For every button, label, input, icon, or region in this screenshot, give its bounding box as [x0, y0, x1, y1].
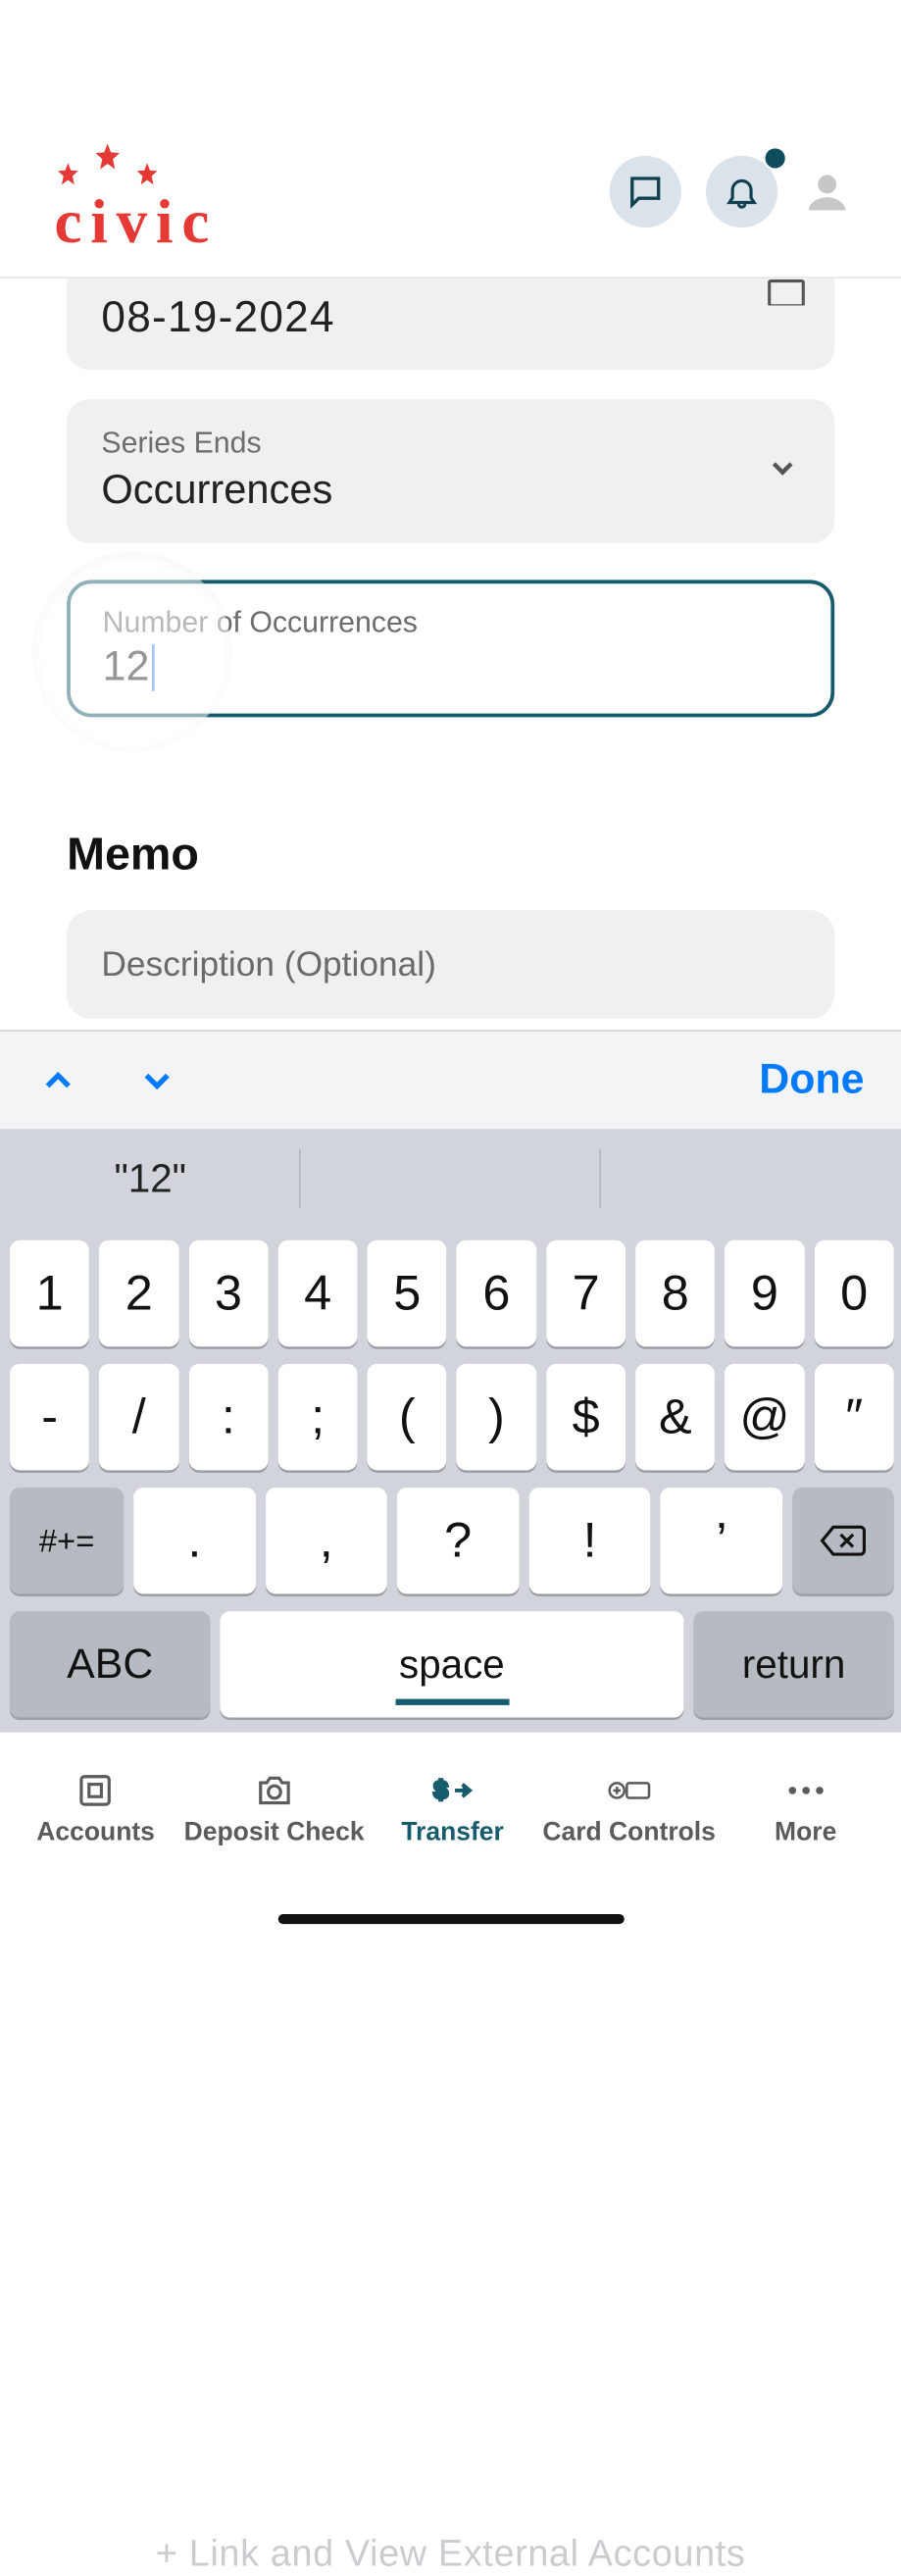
notifications-button[interactable]	[706, 156, 777, 227]
prev-field-button[interactable]	[37, 1059, 79, 1101]
key-1[interactable]: 1	[10, 1240, 89, 1346]
key-dollar[interactable]: $	[546, 1364, 626, 1470]
svg-text:$: $	[434, 1776, 448, 1803]
notification-dot-icon	[766, 148, 785, 168]
profile-button[interactable]	[802, 167, 851, 216]
key-0[interactable]: 0	[815, 1240, 894, 1346]
tab-deposit-label: Deposit Check	[184, 1818, 365, 1847]
occurrences-label: Number of Occurrences	[103, 606, 799, 640]
ghost-link-text: + Link and View External Accounts	[0, 2534, 901, 2576]
tab-accounts[interactable]: Accounts	[8, 1771, 184, 1847]
tab-more[interactable]: More	[718, 1771, 894, 1847]
text-cursor	[152, 643, 155, 690]
memo-field[interactable]: Description (Optional)	[67, 910, 834, 1019]
keyboard-row-1: 1 2 3 4 5 6 7 8 9 0	[8, 1240, 894, 1346]
chat-icon	[626, 172, 665, 211]
key-9[interactable]: 9	[725, 1240, 804, 1346]
key-slash[interactable]: /	[99, 1364, 178, 1470]
key-space[interactable]: space	[220, 1611, 683, 1717]
key-paren-open[interactable]: (	[368, 1364, 447, 1470]
suggestion-1[interactable]: "12"	[0, 1129, 300, 1228]
series-ends-value: Occurrences	[101, 466, 799, 513]
app-header: civic	[0, 0, 901, 278]
series-ends-label: Series Ends	[101, 427, 799, 461]
series-ends-field[interactable]: Series Ends Occurrences	[67, 399, 834, 542]
camera-icon	[254, 1772, 293, 1809]
key-4[interactable]: 4	[278, 1240, 358, 1346]
tab-card-label: Card Controls	[541, 1818, 718, 1847]
key-at[interactable]: @	[725, 1364, 804, 1470]
memo-section-title: Memo	[67, 829, 834, 881]
tab-card-controls[interactable]: Card Controls	[541, 1771, 718, 1847]
key-symbol-shift[interactable]: #+=	[10, 1488, 124, 1593]
occurrences-field[interactable]: Number of Occurrences 12	[67, 580, 834, 717]
tab-accounts-label: Accounts	[8, 1818, 184, 1847]
bottom-tab-bar: Accounts Deposit Check $ Transfer Card C…	[0, 1741, 901, 1877]
start-date-value: 08-19-2024	[101, 293, 799, 342]
messages-button[interactable]	[610, 156, 681, 227]
suggestion-3[interactable]	[601, 1129, 901, 1228]
key-7[interactable]: 7	[546, 1240, 626, 1346]
key-colon[interactable]: :	[188, 1364, 268, 1470]
tab-transfer-label: Transfer	[365, 1818, 541, 1847]
key-exclaim[interactable]: !	[528, 1488, 650, 1593]
suggestion-2[interactable]	[300, 1129, 600, 1228]
key-amp[interactable]: &	[635, 1364, 715, 1470]
key-comma[interactable]: ,	[266, 1488, 387, 1593]
transfer-icon: $	[427, 1772, 476, 1809]
card-controls-icon	[607, 1773, 651, 1807]
chevron-down-icon	[766, 451, 800, 492]
brand-logo: civic	[54, 148, 218, 257]
key-period[interactable]: .	[133, 1488, 255, 1593]
occurrences-value: 12	[103, 643, 150, 691]
calendar-icon	[768, 278, 805, 312]
tab-transfer[interactable]: $ Transfer	[365, 1771, 541, 1847]
start-date-field[interactable]: 08-19-2024	[67, 278, 834, 370]
keyboard-suggestion-bar: "12"	[0, 1129, 901, 1228]
key-question[interactable]: ?	[397, 1488, 519, 1593]
backspace-icon	[819, 1522, 868, 1559]
key-dash[interactable]: -	[10, 1364, 89, 1470]
tab-deposit-check[interactable]: Deposit Check	[184, 1771, 365, 1847]
next-field-button[interactable]	[136, 1059, 178, 1101]
keyboard-accessory-bar: Done	[0, 1030, 901, 1129]
bell-icon	[724, 174, 761, 211]
more-icon	[784, 1783, 826, 1797]
accounts-icon	[77, 1772, 115, 1809]
avatar-icon	[805, 170, 849, 214]
key-apostrophe[interactable]: ’	[661, 1488, 782, 1593]
key-3[interactable]: 3	[188, 1240, 268, 1346]
key-6[interactable]: 6	[457, 1240, 536, 1346]
key-2[interactable]: 2	[99, 1240, 178, 1346]
key-paren-close[interactable]: )	[457, 1364, 536, 1470]
tab-more-label: More	[718, 1818, 894, 1847]
key-8[interactable]: 8	[635, 1240, 715, 1346]
key-5[interactable]: 5	[368, 1240, 447, 1346]
key-dquote[interactable]: ″	[815, 1364, 894, 1470]
keyboard-done-button[interactable]: Done	[759, 1056, 864, 1104]
keyboard-row-2: - / : ; ( ) $ & @ ″	[8, 1364, 894, 1470]
keyboard-row-3: #+= . , ? ! ’	[8, 1488, 894, 1593]
home-indicator[interactable]	[277, 1914, 624, 1924]
key-abc[interactable]: ABC	[10, 1611, 210, 1717]
key-backspace[interactable]	[792, 1488, 893, 1593]
key-return[interactable]: return	[693, 1611, 893, 1717]
memo-placeholder: Description (Optional)	[101, 944, 799, 984]
brand-logo-text: civic	[54, 185, 218, 257]
keyboard-row-4: ABC space return	[8, 1611, 894, 1717]
key-semicolon[interactable]: ;	[278, 1364, 358, 1470]
